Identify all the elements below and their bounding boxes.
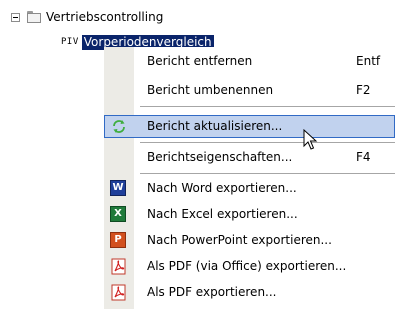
menu-item-export-word[interactable]: W Nach Word exportieren...	[104, 177, 395, 200]
menu-item-rename-report[interactable]: Bericht umbenennen F2	[104, 79, 395, 102]
collapse-toggle-icon[interactable]	[11, 12, 20, 22]
menu-item-shortcut: F4	[356, 150, 371, 164]
folder-icon	[26, 10, 42, 24]
menu-item-label: Bericht entfernen	[147, 54, 253, 68]
menu-item-shortcut: Entf	[356, 54, 381, 68]
menu-item-shortcut: F2	[356, 83, 371, 97]
pdf-icon	[110, 258, 128, 275]
refresh-icon	[110, 118, 128, 135]
menu-item-label: Bericht aktualisieren...	[147, 119, 283, 133]
menu-item-label: Nach PowerPoint exportieren...	[147, 233, 332, 247]
menu-item-export-pdf-office[interactable]: Als PDF (via Office) exportieren...	[104, 255, 395, 278]
excel-icon: X	[110, 206, 128, 223]
menu-item-label: Bericht umbenennen	[147, 83, 274, 97]
menu-item-refresh-report[interactable]: Bericht aktualisieren...	[104, 115, 395, 138]
menu-item-label: Als PDF (via Office) exportieren...	[147, 259, 347, 273]
folder-label: Vertriebscontrolling	[46, 10, 164, 24]
menu-item-export-pdf[interactable]: Als PDF exportieren...	[104, 281, 395, 304]
word-icon: W	[110, 180, 128, 197]
menu-item-report-properties[interactable]: Berichtseigenschaften... F4	[104, 146, 395, 169]
context-menu: Bericht entfernen Entf Bericht umbenenne…	[104, 47, 395, 309]
menu-item-export-excel[interactable]: X Nach Excel exportieren...	[104, 203, 395, 226]
menu-item-export-powerpoint[interactable]: P Nach PowerPoint exportieren...	[104, 229, 395, 252]
menu-separator	[140, 173, 395, 174]
menu-separator	[140, 142, 395, 143]
report-type-badge: PIV	[61, 37, 79, 47]
menu-item-label: Als PDF exportieren...	[147, 285, 277, 299]
menu-item-label: Berichtseigenschaften...	[147, 150, 293, 164]
tree-node-folder[interactable]: Vertriebscontrolling	[11, 9, 163, 25]
menu-item-remove-report[interactable]: Bericht entfernen Entf	[104, 50, 395, 73]
mouse-cursor-icon	[303, 129, 318, 150]
pdf-icon	[110, 284, 128, 301]
menu-item-label: Nach Word exportieren...	[147, 181, 297, 195]
menu-separator	[140, 106, 395, 107]
powerpoint-icon: P	[110, 232, 128, 249]
menu-item-label: Nach Excel exportieren...	[147, 207, 298, 221]
